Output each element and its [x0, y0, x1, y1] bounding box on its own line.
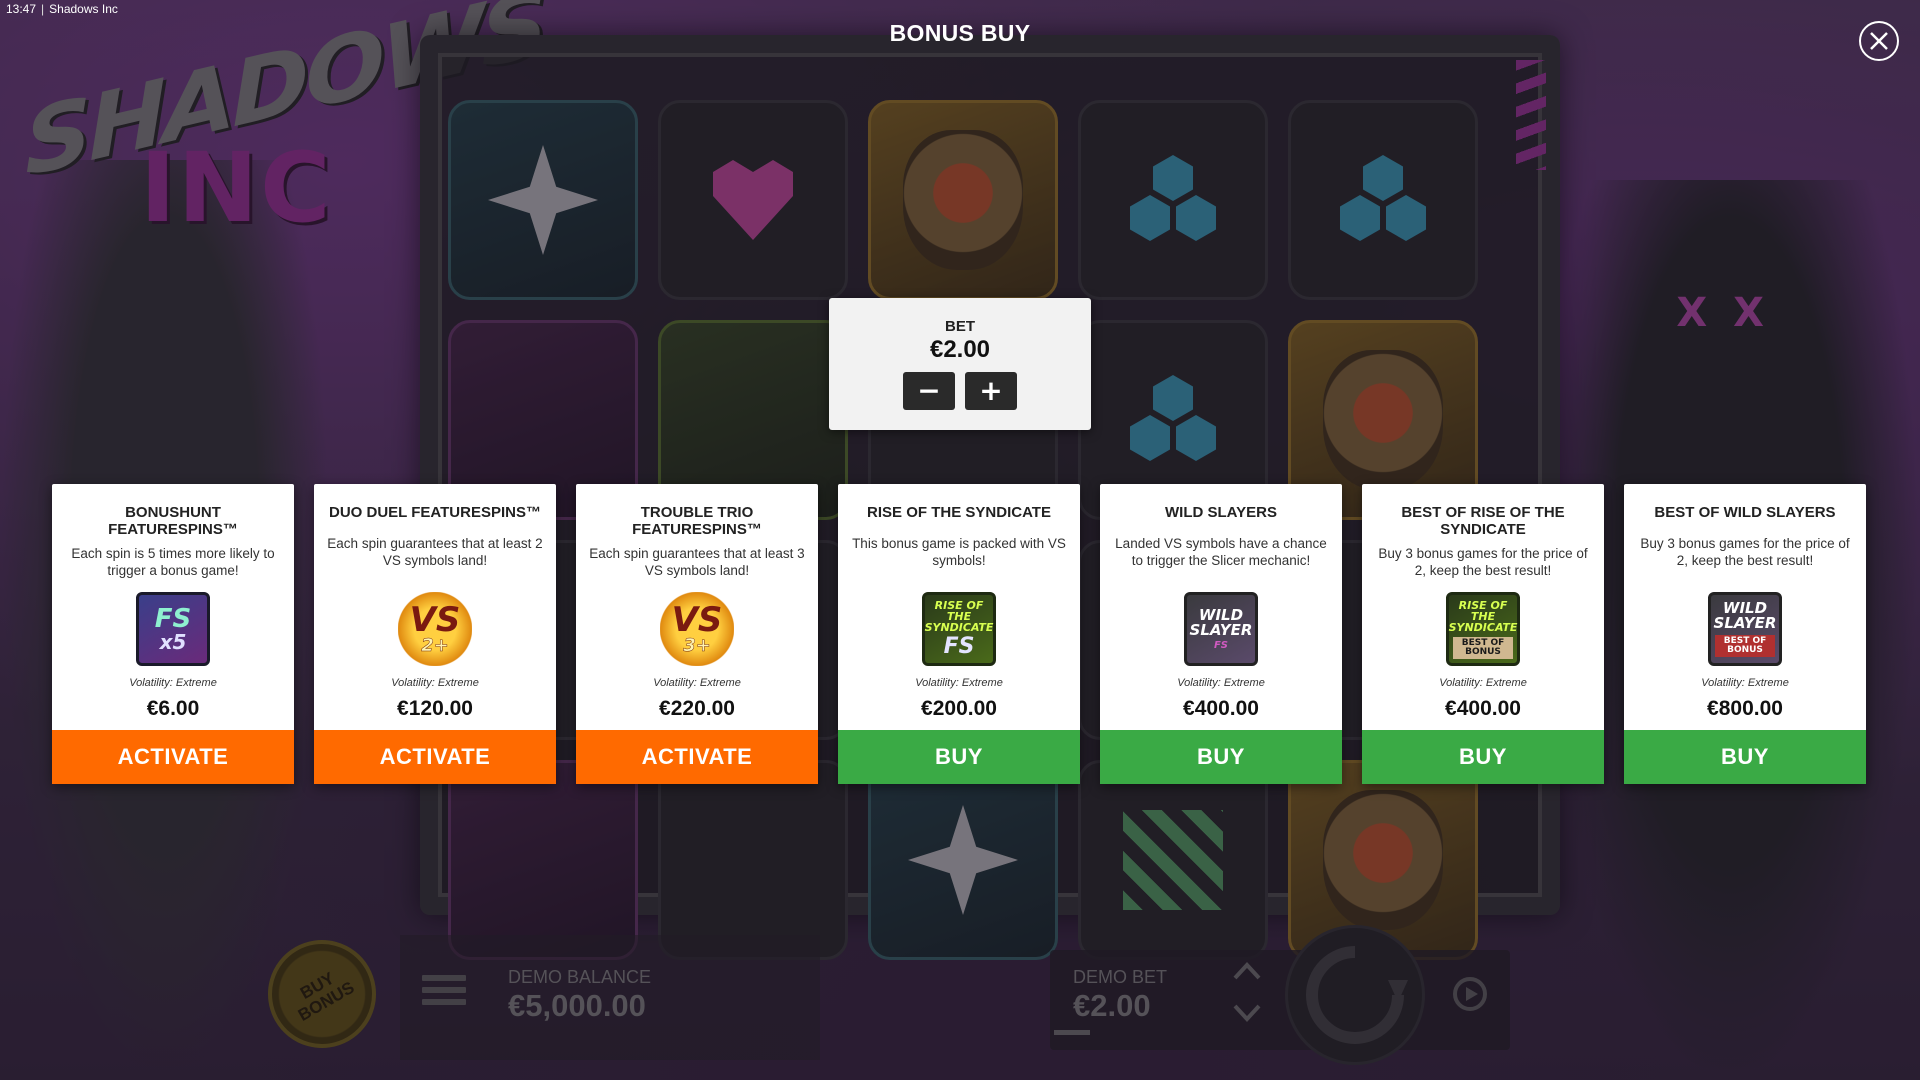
card-description: Buy 3 bonus games for the price of 2, ke… — [1640, 536, 1850, 568]
wild-slayer-icon: WILD SLAYER FS — [1184, 592, 1258, 666]
buy-button[interactable]: BUY — [1624, 730, 1866, 784]
bet-value: €2.00 — [929, 336, 991, 363]
icon-sublabel: 3+ — [683, 635, 711, 656]
best-of-wild-slayer-icon: WILD SLAYER BEST OF BONUS — [1708, 592, 1782, 666]
card-volatility: Volatility: Extreme — [129, 677, 217, 689]
buy-button[interactable]: BUY — [838, 730, 1080, 784]
card-price: €400.00 — [1183, 697, 1259, 720]
bonus-card-bonushunt: BONUSHUNT FEATURESPINS™ Each spin is 5 t… — [52, 484, 294, 784]
icon-label: VS — [671, 600, 723, 640]
card-description: Buy 3 bonus games for the price of 2, ke… — [1378, 546, 1588, 578]
buy-button[interactable]: BUY — [1362, 730, 1604, 784]
card-volatility: Volatility: Extreme — [391, 677, 479, 689]
activate-button[interactable]: ACTIVATE — [52, 730, 294, 784]
icon-label: FS — [154, 604, 192, 634]
close-icon — [1870, 32, 1888, 50]
rise-of-the-syndicate-icon: RISE OF THE SYNDICATE FS — [922, 592, 996, 666]
icon-label: WILD SLAYER — [1189, 605, 1253, 639]
bonus-card-trouble-trio: TROUBLE TRIO FEATURESPINS™ Each spin gua… — [576, 484, 818, 784]
bet-decrease-button[interactable]: − — [903, 372, 955, 410]
card-description: This bonus game is packed with VS symbol… — [852, 536, 1066, 568]
minus-icon: − — [917, 374, 941, 407]
icon-sublabel: 2+ — [421, 635, 449, 656]
card-title: BONUSHUNT FEATURESPINS™ — [108, 504, 238, 538]
bonus-cards: BONUSHUNT FEATURESPINS™ Each spin is 5 t… — [52, 484, 1866, 784]
status-bar: 13:47 | Shadows Inc — [6, 2, 118, 16]
icon-label: WILD SLAYER — [1713, 599, 1777, 632]
card-price: €6.00 — [146, 697, 200, 720]
card-title: RISE OF THE SYNDICATE — [867, 504, 1051, 521]
bonus-card-wild-slayers: WILD SLAYERS Landed VS symbols have a ch… — [1100, 484, 1342, 784]
icon-sublabel: FS — [1213, 639, 1229, 651]
activate-button[interactable]: ACTIVATE — [576, 730, 818, 784]
buy-button[interactable]: BUY — [1100, 730, 1342, 784]
card-title: BEST OF RISE OF THE SYNDICATE — [1401, 504, 1565, 538]
close-button[interactable] — [1859, 21, 1899, 61]
icon-sublabel: FS — [943, 634, 975, 659]
card-title: DUO DUEL FEATURESPINS™ — [329, 504, 541, 521]
card-volatility: Volatility: Extreme — [1439, 677, 1527, 689]
status-time: 13:47 — [6, 2, 37, 16]
icon-label: RISE OF THE SYNDICATE — [924, 599, 994, 634]
activate-button[interactable]: ACTIVATE — [314, 730, 556, 784]
card-price: €800.00 — [1707, 697, 1783, 720]
card-volatility: Volatility: Extreme — [653, 677, 741, 689]
card-volatility: Volatility: Extreme — [915, 677, 1003, 689]
card-volatility: Volatility: Extreme — [1701, 677, 1789, 689]
bonus-card-best-of-rise: BEST OF RISE OF THE SYNDICATE Buy 3 bonu… — [1362, 484, 1604, 784]
bet-label: BET — [945, 318, 975, 335]
bonus-card-rise-of-the-syndicate: RISE OF THE SYNDICATE This bonus game is… — [838, 484, 1080, 784]
icon-sublabel: BEST OF BONUS — [1453, 636, 1513, 659]
plus-icon: + — [979, 374, 1003, 407]
card-title: TROUBLE TRIO FEATURESPINS™ — [632, 504, 762, 538]
card-title: WILD SLAYERS — [1165, 504, 1277, 521]
icon-label: VS — [409, 600, 461, 640]
bonus-card-duo-duel: DUO DUEL FEATURESPINS™ Each spin guarant… — [314, 484, 556, 784]
bet-selector: BET €2.00 − + — [829, 298, 1091, 430]
card-description: Each spin guarantees that at least 2 VS … — [327, 536, 543, 568]
card-description: Each spin guarantees that at least 3 VS … — [589, 546, 805, 578]
icon-sublabel: BEST OF BONUS — [1715, 635, 1775, 657]
icon-label: RISE OF THE SYNDICATE — [1448, 598, 1518, 634]
card-volatility: Volatility: Extreme — [1177, 677, 1265, 689]
card-title: BEST OF WILD SLAYERS — [1654, 504, 1836, 521]
bet-increase-button[interactable]: + — [965, 372, 1017, 410]
page-title: BONUS BUY — [889, 20, 1031, 46]
bonushunt-icon: FS x5 — [136, 592, 210, 666]
icon-sublabel: x5 — [159, 630, 187, 654]
card-price: €120.00 — [397, 697, 473, 720]
bonus-card-best-of-wild-slayers: BEST OF WILD SLAYERS Buy 3 bonus games f… — [1624, 484, 1866, 784]
status-app-name: Shadows Inc — [49, 2, 118, 16]
card-price: €220.00 — [659, 697, 735, 720]
card-description: Landed VS symbols have a chance to trigg… — [1115, 536, 1327, 568]
card-description: Each spin is 5 times more likely to trig… — [71, 546, 275, 578]
vs-2-icon: VS 2+ — [398, 592, 472, 666]
card-price: €200.00 — [921, 697, 997, 720]
vs-3-icon: VS 3+ — [660, 592, 734, 666]
best-of-rise-icon: RISE OF THE SYNDICATE BEST OF BONUS — [1446, 592, 1520, 666]
card-price: €400.00 — [1445, 697, 1521, 720]
